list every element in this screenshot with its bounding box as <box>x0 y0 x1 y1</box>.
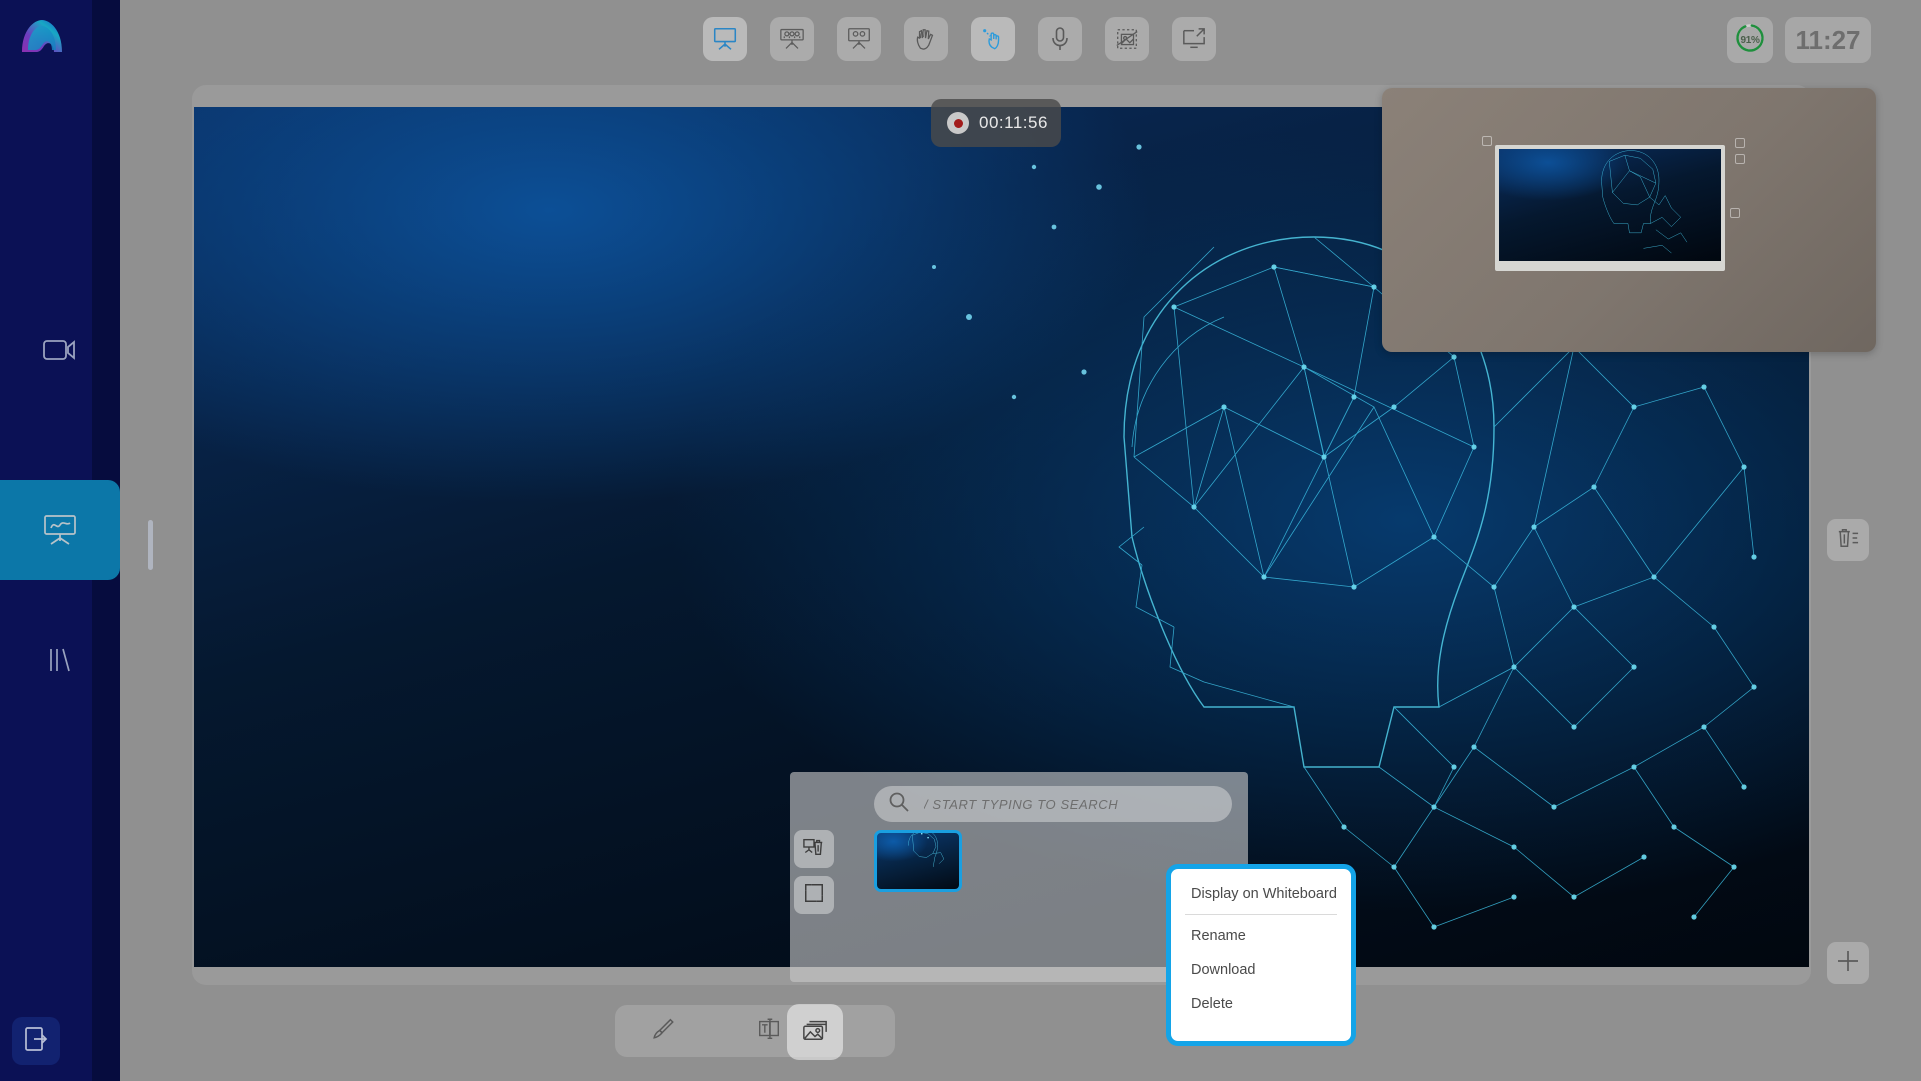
library-search-bar[interactable] <box>874 786 1232 822</box>
video-camera-icon <box>43 338 77 362</box>
images-stack-icon <box>801 1017 829 1048</box>
search-icon <box>888 791 910 818</box>
toolbar-presenter-view-button[interactable] <box>837 17 881 61</box>
preview-handle-mid[interactable] <box>1730 208 1740 218</box>
ai-network-head-artwork <box>1601 150 1688 254</box>
menu-item-delete[interactable]: Delete <box>1171 987 1351 1021</box>
toolbar-whiteboard-mode-button[interactable] <box>703 17 747 61</box>
context-menu: Display on Whiteboard Rename Download De… <box>1166 864 1356 1046</box>
bottom-toolbar <box>615 1004 895 1060</box>
expand-panel-button[interactable] <box>794 876 834 914</box>
preview-screen <box>1495 145 1725 271</box>
exit-door-icon <box>23 1026 49 1057</box>
recording-indicator: 00:11:56 <box>931 99 1061 147</box>
text-tool-icon <box>756 1016 782 1047</box>
toolbar-share-screen-button[interactable] <box>1172 17 1216 61</box>
pointer-hand-icon <box>981 27 1005 51</box>
library-side-actions <box>794 830 834 914</box>
toolbar-pointer-button[interactable] <box>971 17 1015 61</box>
preview-artwork <box>1499 149 1721 261</box>
top-toolbar <box>703 17 1216 61</box>
search-input[interactable] <box>924 796 1232 812</box>
library-bars-icon <box>47 647 73 673</box>
raised-hands-icon <box>914 27 938 51</box>
microphone-icon <box>1049 26 1071 52</box>
record-dot-icon <box>947 112 969 134</box>
main-area: 91% 11:27 00:11:56 / START TYPING TO SEA… <box>120 0 1921 1081</box>
sidebar-item-video[interactable] <box>0 300 120 400</box>
screen-share-icon <box>1181 27 1207 51</box>
toolbar-microphone-button[interactable] <box>1038 17 1082 61</box>
recording-elapsed: 00:11:56 <box>979 113 1048 132</box>
sidebar-item-whiteboard[interactable] <box>0 480 120 580</box>
menu-item-download[interactable]: Download <box>1171 953 1351 987</box>
images-tool-button[interactable] <box>787 1004 843 1060</box>
expand-corners-icon <box>803 882 825 909</box>
status-cluster: 91% 11:27 <box>1727 17 1871 63</box>
menu-item-rename[interactable]: Rename <box>1171 919 1351 953</box>
clock-label: 11:27 <box>1785 17 1871 63</box>
preview-handle-right[interactable] <box>1735 154 1745 164</box>
battery-percent-label: 91% <box>1740 34 1760 46</box>
audience-board-icon <box>779 27 805 51</box>
whiteboard-easel-icon <box>42 514 78 546</box>
menu-separator <box>1185 914 1337 915</box>
trash-list-icon <box>1836 527 1860 554</box>
app-logo <box>12 8 72 68</box>
library-thumbnail[interactable] <box>874 830 962 892</box>
brush-tool-button[interactable] <box>637 1005 689 1057</box>
toolbar-audience-view-button[interactable] <box>770 17 814 61</box>
delete-button[interactable] <box>1827 519 1869 561</box>
toolbar-snapshot-button[interactable] <box>1105 17 1149 61</box>
clear-whiteboard-trash-icon <box>802 836 826 863</box>
presenter-board-icon <box>846 27 872 51</box>
clear-whiteboard-button[interactable] <box>794 830 834 868</box>
whiteboard-easel-icon <box>712 27 738 51</box>
battery-indicator[interactable]: 91% <box>1727 17 1773 63</box>
left-sidebar <box>0 0 153 1081</box>
crosshair-plus-icon <box>1836 949 1860 978</box>
sidebar-item-library[interactable] <box>0 610 120 710</box>
ai-network-head-thumbnail <box>908 833 945 867</box>
mini-whiteboard-preview[interactable] <box>1382 88 1876 352</box>
add-button[interactable] <box>1827 942 1869 984</box>
paint-brush-icon <box>650 1016 676 1047</box>
menu-item-display-on-whiteboard[interactable]: Display on Whiteboard <box>1171 877 1351 911</box>
preview-handle-topright[interactable] <box>1735 138 1745 148</box>
toolbar-raise-hand-button[interactable] <box>904 17 948 61</box>
preview-handle-topleft[interactable] <box>1482 136 1492 146</box>
image-capture-icon <box>1114 26 1140 52</box>
sidebar-resize-handle[interactable] <box>148 520 153 570</box>
exit-button[interactable] <box>12 1017 60 1065</box>
